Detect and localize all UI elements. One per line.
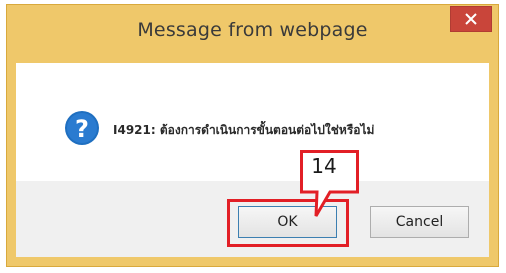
close-icon (465, 13, 477, 25)
message-dialog: Message from webpage ? I4921: ต้องการดำเ… (6, 4, 499, 267)
dialog-titlebar[interactable]: Message from webpage (7, 5, 498, 63)
dialog-content: ? I4921: ต้องการดำเนินการขั้นตอนต่อไปใช่… (16, 63, 489, 257)
step-number: 14 (311, 154, 337, 178)
close-button[interactable] (450, 6, 492, 32)
dialog-title: Message from webpage (137, 19, 368, 41)
dialog-message: I4921: ต้องการดำเนินการขั้นตอนต่อไปใช่หร… (113, 123, 375, 137)
cancel-button[interactable]: Cancel (370, 206, 469, 238)
button-area: OK Cancel (16, 181, 489, 257)
question-icon: ? (65, 111, 99, 145)
svg-text:?: ? (75, 115, 89, 143)
